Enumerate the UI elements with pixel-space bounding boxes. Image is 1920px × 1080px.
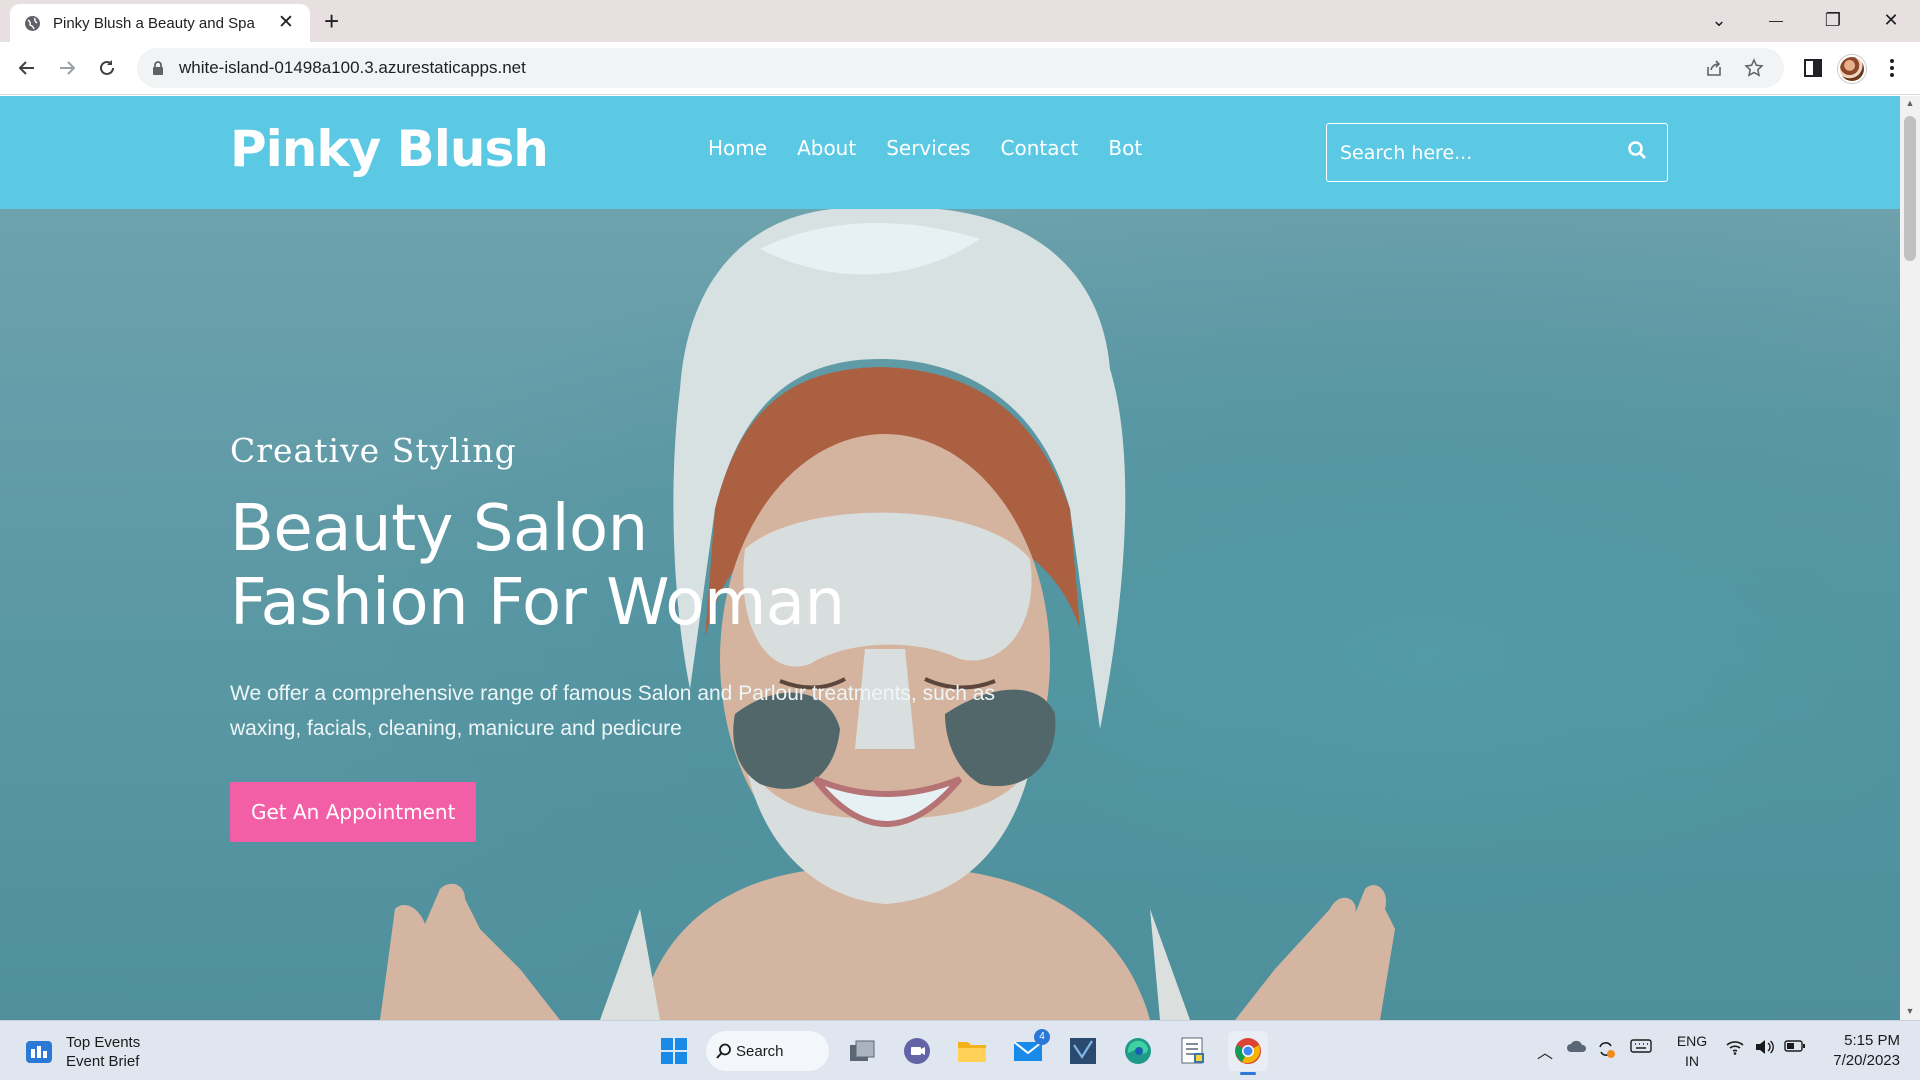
url-text: white-island-01498a100.3.azurestaticapps… — [179, 58, 526, 77]
chrome-browser-icon[interactable] — [1228, 1031, 1268, 1075]
headline-line-1: Beauty Salon — [230, 492, 648, 566]
restore-button[interactable]: ❐ — [1818, 8, 1848, 32]
mail-icon[interactable]: 4 — [1008, 1029, 1050, 1071]
get-appointment-button[interactable]: Get An Appointment — [230, 782, 477, 842]
search-button[interactable] — [1607, 124, 1667, 181]
notepad-python-icon[interactable] — [1173, 1031, 1213, 1071]
show-hidden-icons-chevron-icon[interactable]: ︿ — [1537, 1039, 1553, 1063]
share-icon[interactable] — [1703, 57, 1725, 79]
site-search — [1326, 123, 1668, 182]
tab-search-chevron-icon[interactable]: ⌄ — [1704, 8, 1734, 32]
search-icon — [1627, 140, 1647, 165]
tab-title: Pinky Blush a Beauty and Spa — [53, 14, 255, 32]
scroll-up-arrow-icon[interactable]: ▲ — [1905, 98, 1915, 108]
widget-subtitle: Event Brief — [66, 1053, 140, 1070]
close-window-button[interactable]: ✕ — [1876, 8, 1906, 32]
scroll-down-arrow-icon[interactable]: ▼ — [1905, 1006, 1915, 1016]
nav-about[interactable]: About — [797, 136, 856, 160]
hero-description: We offer a comprehensive range of famous… — [230, 682, 995, 740]
region-code: IN — [1685, 1053, 1699, 1069]
taskbar-search-label: Search — [736, 1042, 784, 1060]
close-tab-icon[interactable]: ✕ — [276, 13, 296, 33]
globe-icon — [24, 15, 41, 32]
side-panel-icon[interactable] — [1799, 54, 1827, 82]
windows-taskbar: Top Events Event Brief Search 4 ︿ ENG IN… — [0, 1020, 1920, 1080]
browser-toolbar: white-island-01498a100.3.azurestaticapps… — [0, 42, 1920, 95]
nav-services[interactable]: Services — [886, 136, 970, 160]
minimize-button[interactable]: — — [1761, 8, 1791, 32]
language-code: ENG — [1676, 1033, 1708, 1049]
brand-logo[interactable]: Pinky Blush — [230, 120, 549, 178]
onedrive-cloud-icon[interactable] — [1566, 1039, 1588, 1057]
clock-date: 7/20/2023 — [1833, 1052, 1900, 1069]
page-viewport: Pinky Blush Home About Services Contact … — [0, 96, 1900, 1020]
wifi-icon[interactable] — [1725, 1039, 1745, 1059]
input-language-indicator[interactable]: ENG IN — [1672, 1031, 1712, 1071]
nav-bot[interactable]: Bot — [1108, 136, 1142, 160]
file-explorer-icon[interactable] — [952, 1031, 992, 1071]
clock-time: 5:15 PM — [1844, 1032, 1900, 1049]
reload-icon[interactable] — [93, 54, 121, 82]
sync-icon[interactable] — [1596, 1039, 1616, 1063]
address-bar[interactable]: white-island-01498a100.3.azurestaticapps… — [137, 48, 1784, 88]
system-clock[interactable]: 5:15 PM 7/20/2023 — [1820, 1031, 1900, 1071]
nav-home[interactable]: Home — [708, 136, 767, 160]
browser-tab-strip: Pinky Blush a Beauty and Spa ✕ + ⌄ — ❐ ✕ — [0, 0, 1920, 42]
main-nav: Home About Services Contact Bot — [708, 136, 1142, 160]
teams-chat-icon[interactable] — [897, 1031, 937, 1071]
mail-unread-badge: 4 — [1034, 1029, 1050, 1045]
forward-arrow-icon[interactable] — [53, 54, 81, 82]
hero-headline: Beauty Salon Fashion For Woman — [230, 492, 1130, 640]
new-tab-button[interactable]: + — [324, 8, 339, 34]
widget-title: Top Events — [66, 1034, 141, 1051]
site-header: Pinky Blush Home About Services Contact … — [0, 96, 1900, 209]
dev-tool-app-icon[interactable] — [1063, 1031, 1103, 1071]
browser-tab[interactable]: Pinky Blush a Beauty and Spa ✕ — [10, 4, 310, 42]
headline-line-2: Fashion For Woman — [230, 566, 845, 640]
search-input[interactable] — [1327, 124, 1607, 181]
hero-kicker: Creative Styling — [230, 431, 517, 470]
active-app-indicator — [1240, 1072, 1256, 1075]
kebab-menu-icon[interactable] — [1878, 54, 1906, 82]
start-windows-icon[interactable] — [654, 1031, 694, 1071]
task-view-icon[interactable] — [842, 1031, 882, 1071]
hero-banner: Creative Styling Beauty Salon Fashion Fo… — [0, 209, 1900, 1020]
bookmark-star-icon[interactable] — [1743, 57, 1765, 79]
profile-avatar[interactable] — [1838, 55, 1866, 83]
scrollbar-thumb[interactable] — [1904, 116, 1916, 261]
calendar-widget-icon — [26, 1041, 52, 1063]
nav-contact[interactable]: Contact — [1001, 136, 1079, 160]
page-scrollbar[interactable]: ▲ ▼ — [1900, 96, 1920, 1020]
keyboard-icon[interactable] — [1630, 1039, 1652, 1057]
volume-icon[interactable] — [1754, 1039, 1774, 1059]
widgets-button[interactable]: Top Events Event Brief — [26, 1033, 140, 1071]
lock-icon[interactable] — [151, 60, 165, 76]
taskbar-search-button[interactable]: Search — [706, 1031, 829, 1071]
battery-icon[interactable] — [1784, 1039, 1806, 1057]
hero-content: Creative Styling Beauty Salon Fashion Fo… — [230, 431, 1130, 842]
magnifier-icon — [716, 1043, 731, 1059]
back-arrow-icon[interactable] — [13, 54, 41, 82]
edge-browser-icon[interactable] — [1118, 1031, 1158, 1071]
